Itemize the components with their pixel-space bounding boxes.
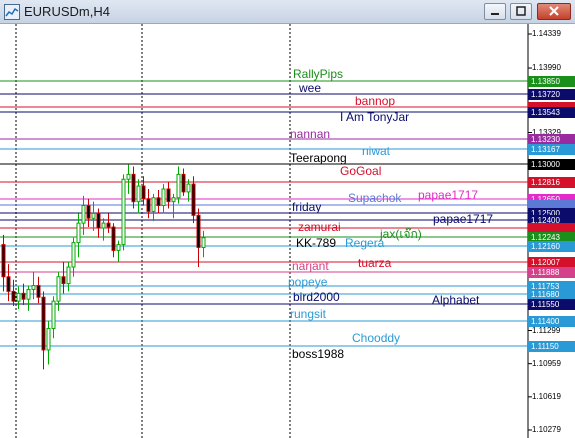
- level-annotation-label: KK-789: [296, 236, 337, 250]
- axis-tick-label: 1.10959: [532, 358, 561, 368]
- price-level-box: 1.11550: [528, 299, 575, 310]
- level-annotation-label: boss1988: [292, 347, 345, 361]
- level-annotation-label: GoGoal: [340, 164, 382, 178]
- candle-body: [46, 327, 51, 351]
- price-level-box: 1.13000: [528, 159, 575, 170]
- candle-body: [41, 296, 46, 351]
- candle-body: [1, 244, 6, 278]
- candle-body: [21, 292, 26, 300]
- candle-body: [141, 185, 146, 200]
- candle-body: [36, 285, 41, 298]
- candle-body: [136, 185, 141, 203]
- candle-body: [71, 242, 76, 268]
- candle-body: [151, 197, 156, 212]
- axis-tick-label: 1.14339: [532, 29, 561, 38]
- candle-body: [11, 290, 16, 302]
- candle-body: [51, 300, 56, 329]
- candle-body: [81, 205, 86, 224]
- level-annotation-label: Supachok: [348, 191, 402, 205]
- candle-body: [56, 276, 61, 302]
- maximize-button[interactable]: [510, 3, 532, 20]
- level-annotation-label: jax(เจ๊ก): [380, 227, 422, 241]
- level-annotation-label: bannop: [355, 94, 396, 108]
- price-axis: 1.14339 1.13990 1.13329 1.11299 1.10959 1.106…: [528, 24, 575, 438]
- chart-window-icon: [4, 4, 20, 20]
- minimize-button[interactable]: [484, 3, 506, 20]
- candlestick-chart[interactable]: [0, 24, 575, 438]
- candle-body: [121, 178, 126, 246]
- candle-body: [111, 226, 116, 251]
- price-level-box: 1.13720: [528, 89, 575, 100]
- candle-body: [156, 197, 161, 207]
- axis-tick-label: 1.10279: [532, 425, 561, 434]
- level-annotation-label: papae1717: [418, 188, 479, 202]
- close-icon: [549, 6, 559, 16]
- level-annotation-label: popeye: [288, 275, 328, 289]
- close-button[interactable]: [537, 3, 571, 20]
- candle-body: [176, 173, 181, 199]
- candle-body: [96, 212, 101, 229]
- level-annotation-label: papae1717: [433, 212, 494, 226]
- candle-body: [61, 276, 66, 285]
- axis-tick-label: 1.10619: [532, 391, 561, 401]
- level-annotation-label: rungsit: [290, 307, 327, 321]
- level-annotation-label: friday: [292, 200, 322, 214]
- price-level-box: 1.11400: [528, 316, 575, 327]
- level-annotation-label: I Am TonyJar: [340, 110, 410, 124]
- candle-body: [196, 214, 201, 249]
- chart-window: EURUSDm,H4 RallyPips wee bannop I Am TonyJa…: [0, 0, 575, 438]
- level-annotation-label: Regera: [345, 236, 385, 250]
- level-annotation-label: Alphabet: [432, 293, 480, 307]
- candle-body: [31, 285, 36, 290]
- candle-body: [131, 173, 136, 203]
- candle-body: [161, 188, 166, 207]
- window-title: EURUSDm,H4: [24, 4, 110, 19]
- axis-tick-label: 1.13990: [532, 63, 561, 73]
- candle-body: [126, 173, 131, 180]
- price-level-box: 1.11150: [528, 341, 575, 352]
- level-annotation-label: bird2000: [293, 290, 340, 304]
- candle-body: [6, 276, 11, 292]
- minimize-icon: [491, 13, 499, 15]
- candle-body: [86, 205, 91, 219]
- price-level-box: 1.13167: [528, 144, 575, 155]
- level-annotation-label: Teerapong: [290, 151, 347, 165]
- price-level-box: 1.13543: [528, 107, 575, 118]
- candle-body: [66, 266, 71, 285]
- candle-body: [91, 212, 96, 219]
- level-annotation-label: narjant: [292, 259, 329, 273]
- candle-body: [171, 197, 176, 203]
- candle-body: [181, 173, 186, 193]
- candle-body: [201, 237, 206, 249]
- price-level-box: 1.12160: [528, 241, 575, 252]
- candle-body: [186, 183, 191, 193]
- level-annotation-label: zamurai: [298, 220, 341, 234]
- level-annotation-label: niwat: [362, 144, 391, 158]
- candle-body: [76, 222, 81, 244]
- candle-body: [26, 288, 31, 300]
- level-annotation-label: Chooddy: [352, 331, 401, 345]
- candle-body: [116, 244, 121, 251]
- axis-tick-label: 1.11299: [532, 325, 561, 335]
- level-annotation-label: tuarza: [358, 256, 392, 270]
- candle-body: [191, 183, 196, 216]
- maximize-icon: [516, 6, 526, 16]
- price-level-box: 1.12816: [528, 177, 575, 188]
- price-level-box: 1.11888: [528, 267, 575, 278]
- candle-body: [106, 222, 111, 228]
- candle-body: [101, 222, 106, 229]
- level-annotation-label: wee: [299, 81, 322, 95]
- candle-body: [146, 198, 151, 212]
- level-annotation-label: nannan: [290, 127, 331, 141]
- candle-body: [166, 188, 171, 203]
- price-level-box: 1.13850: [528, 76, 575, 87]
- level-annotation-label: RallyPips: [293, 67, 344, 81]
- candle-body: [16, 292, 21, 302]
- title-bar[interactable]: EURUSDm,H4: [0, 0, 575, 24]
- chart-area[interactable]: RallyPips wee bannop I Am TonyJar nannan niwa…: [0, 24, 575, 438]
